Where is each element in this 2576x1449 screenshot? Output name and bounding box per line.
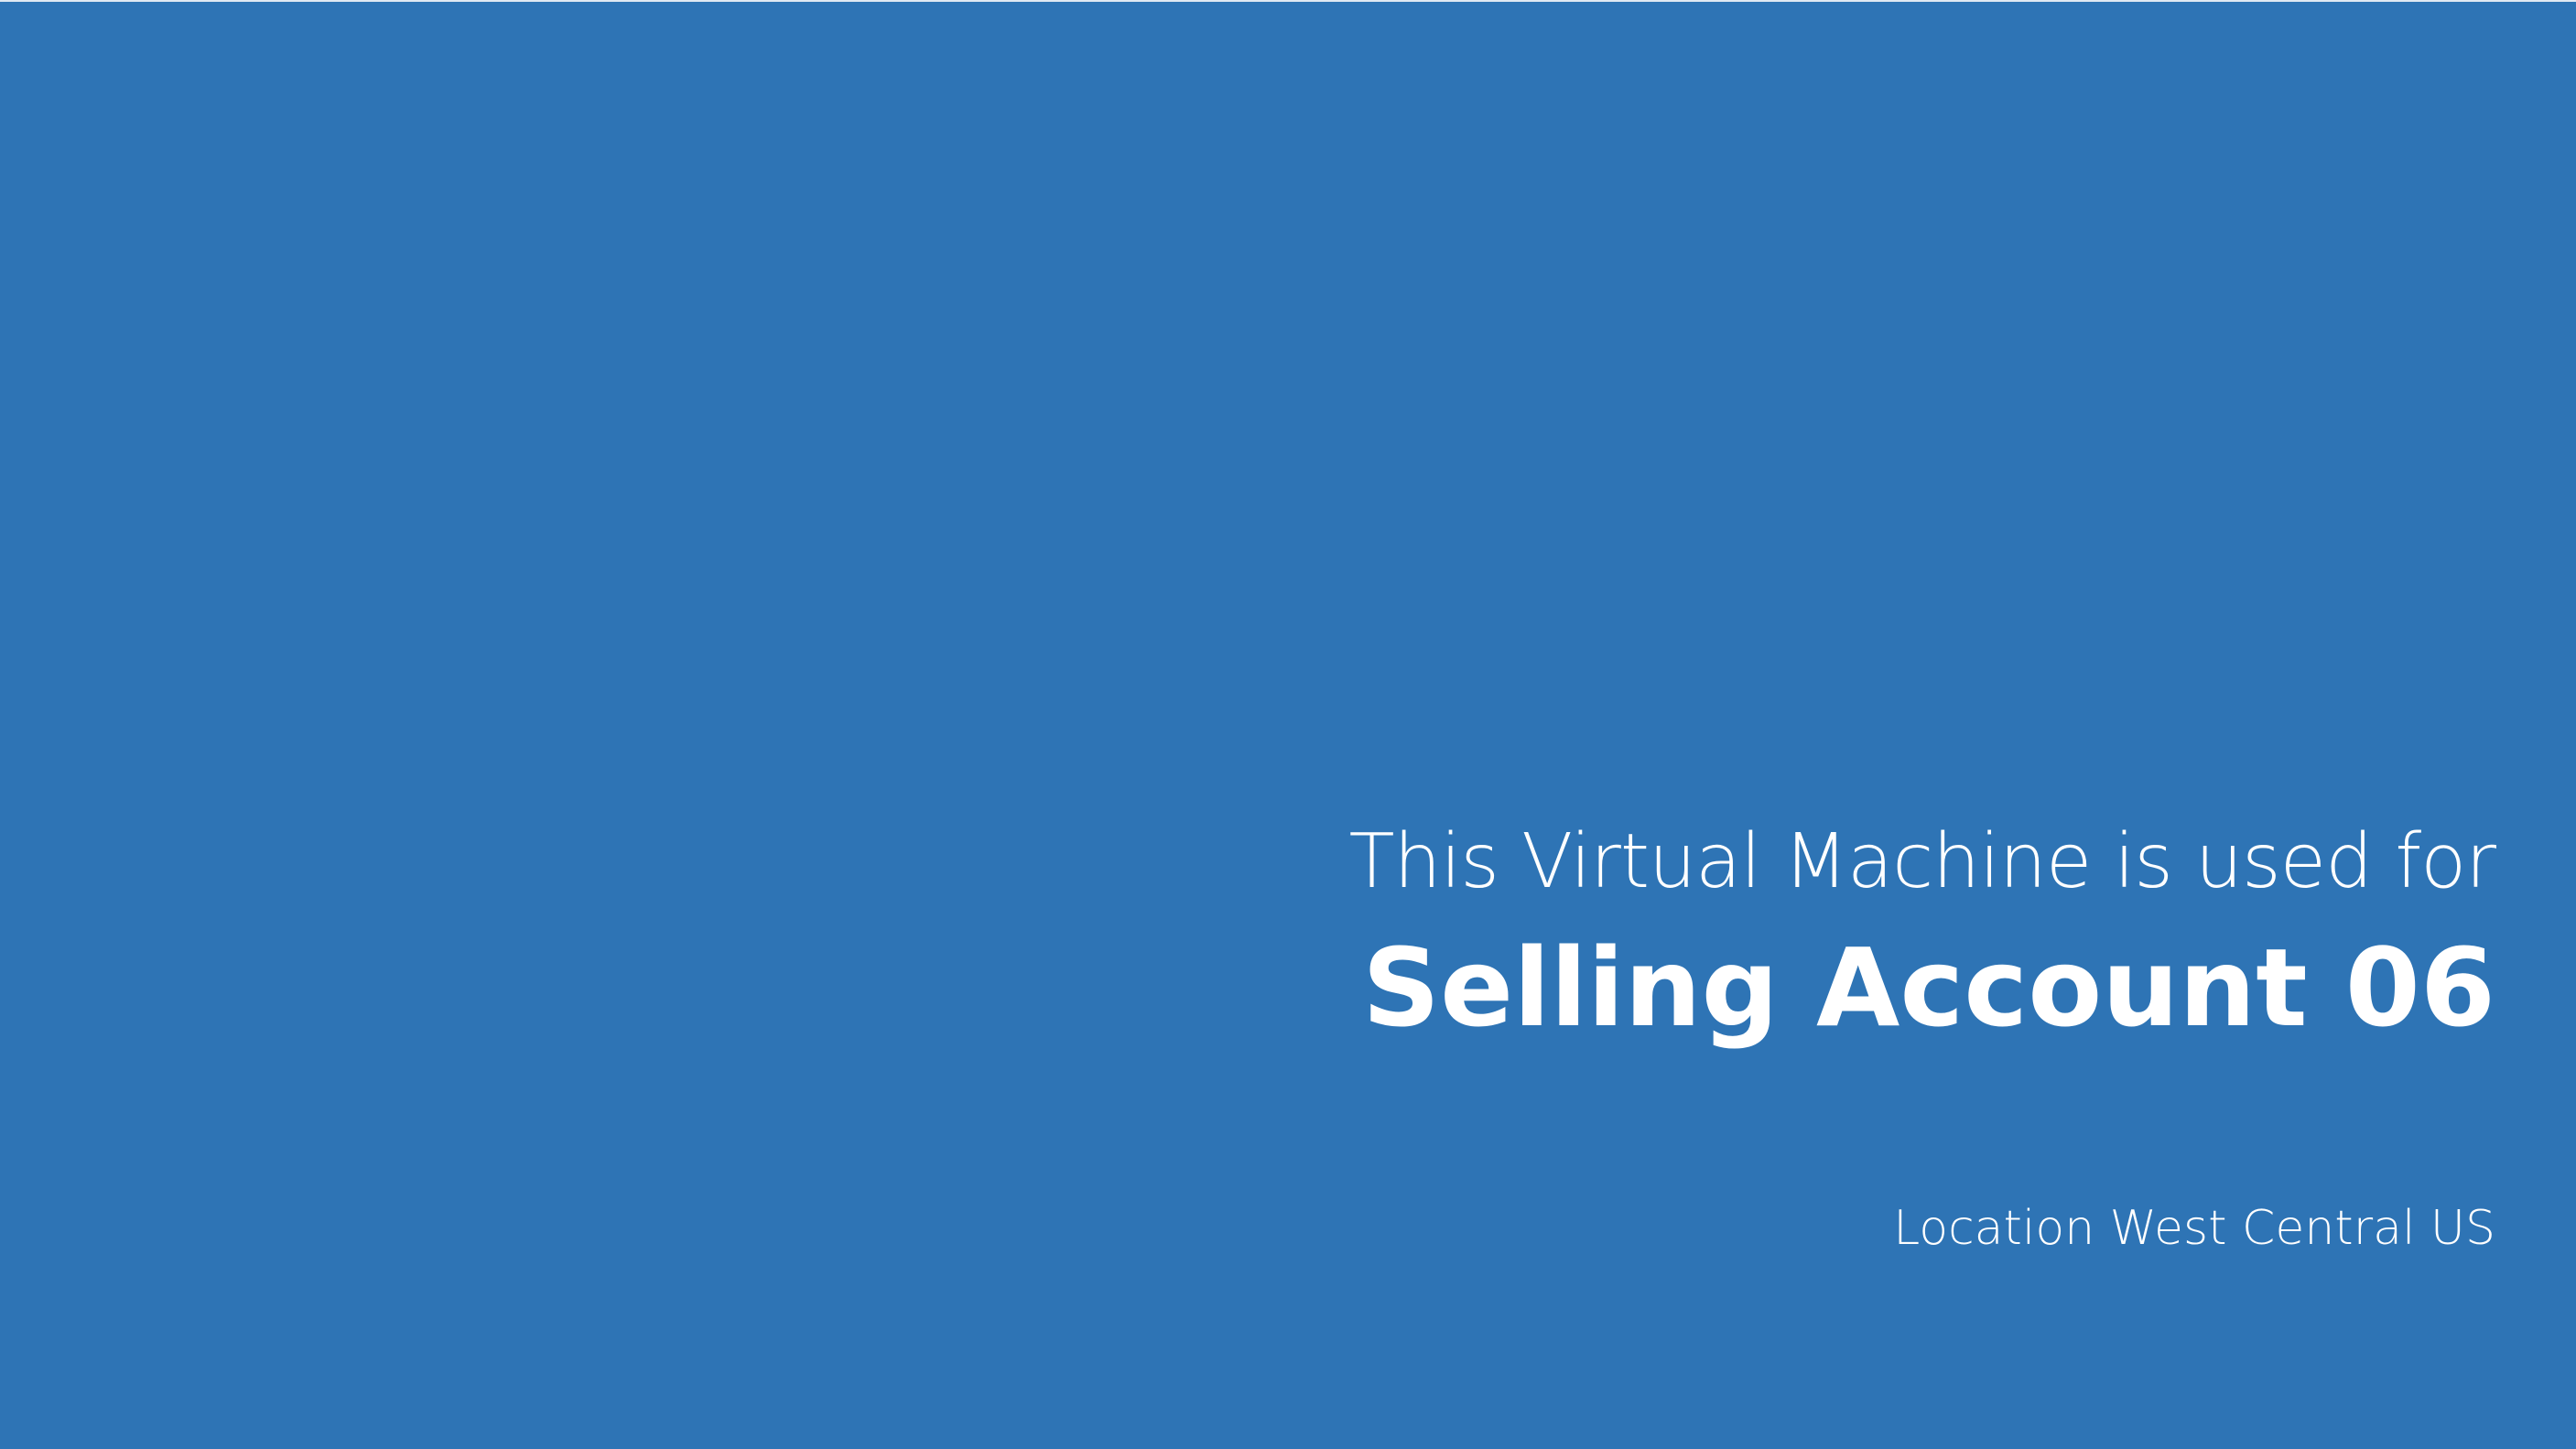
desktop-wallpaper: This Virtual Machine is used for Selling…	[0, 0, 2576, 1449]
account-name-title: Selling Account 06	[1362, 925, 2495, 1051]
vm-location-label: Location West Central US	[1893, 1201, 2495, 1256]
top-edge-line	[0, 0, 2576, 2]
vm-purpose-intro: This Virtual Machine is used for	[1348, 818, 2496, 905]
